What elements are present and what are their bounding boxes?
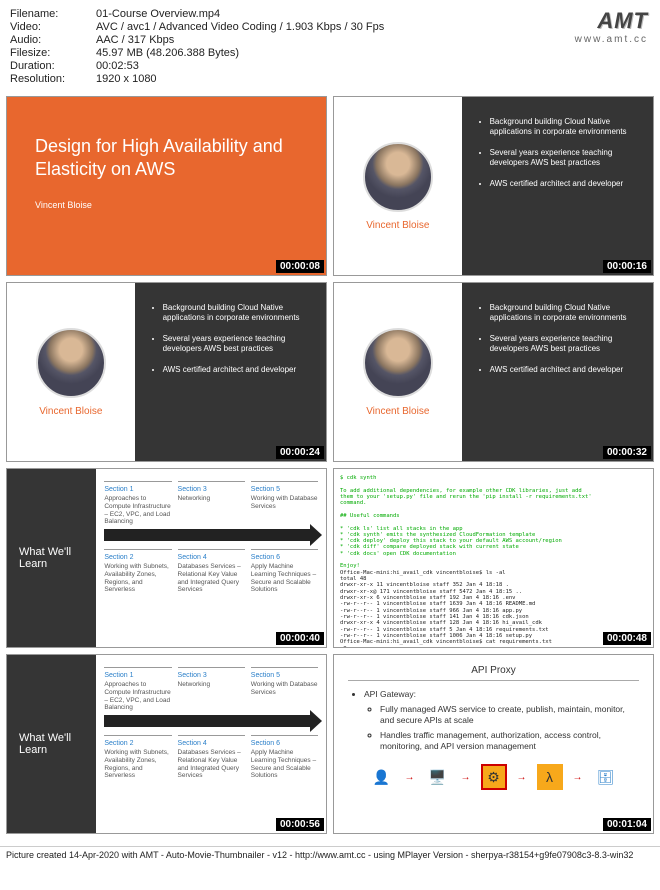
section-title: Section 2 — [104, 554, 171, 561]
section-title: Section 5 — [251, 486, 318, 493]
section-title: Section 1 — [104, 486, 171, 493]
bio-bullet: Several years experience teaching develo… — [490, 334, 639, 355]
bio-bullet: Background building Cloud Native applica… — [490, 117, 639, 138]
api-diagram: 👤 → 🖥️ → ⚙ → λ → 🗄 — [348, 764, 639, 790]
section-desc: Databases Services – Relational Key Valu… — [178, 563, 245, 594]
audio-value: AAC / 317 Kbps — [96, 34, 174, 46]
client-icon: 👤 — [369, 764, 395, 790]
timestamp: 00:00:24 — [276, 446, 324, 459]
amt-logo: AMT www.amt.cc — [575, 8, 648, 45]
timestamp: 00:00:40 — [276, 632, 324, 645]
bio-bullet: AWS certified architect and developer — [163, 365, 312, 375]
bio-bullet: Background building Cloud Native applica… — [490, 303, 639, 324]
slide-author: Vincent Bloise — [35, 200, 298, 210]
duration-label: Duration: — [10, 60, 96, 72]
thumbnail-2[interactable]: Vincent Bloise Background building Cloud… — [333, 96, 654, 276]
audio-label: Audio: — [10, 34, 96, 46]
bio-bullet: Several years experience teaching develo… — [163, 334, 312, 355]
presenter-name: Vincent Bloise — [366, 406, 429, 417]
thumbnail-5[interactable]: What We'll Learn Section 1 Approaches to … — [6, 468, 327, 648]
rds-icon: 🗄 — [593, 764, 619, 790]
thumbnail-grid: Design for High Availability and Elastic… — [0, 90, 660, 846]
metadata-header: AMT www.amt.cc Filename:01-Course Overvi… — [0, 0, 660, 90]
arrow-icon: → — [461, 772, 471, 783]
thumbnail-3[interactable]: Vincent Bloise Background building Cloud… — [6, 282, 327, 462]
resolution-value: 1920 x 1080 — [96, 73, 157, 85]
resolution-label: Resolution: — [10, 73, 96, 85]
bio-bullet: Background building Cloud Native applica… — [163, 303, 312, 324]
footer-text: Picture created 14-Apr-2020 with AMT - A… — [0, 846, 660, 863]
section-desc: Working with Subnets, Availability Zones… — [104, 563, 171, 594]
thumbnail-4[interactable]: Vincent Bloise Background building Cloud… — [333, 282, 654, 462]
filename-label: Filename: — [10, 8, 96, 20]
thumbnail-6[interactable]: $ cdk synth To add additional dependenci… — [333, 468, 654, 648]
avatar — [363, 142, 433, 212]
timestamp: 00:00:56 — [276, 818, 324, 831]
bio-bullet: AWS certified architect and developer — [490, 365, 639, 375]
learn-heading: What We'll Learn — [7, 469, 96, 647]
api-bullet: Handles traffic management, authorizatio… — [380, 730, 639, 752]
api-gateway-heading: API Gateway: — [364, 689, 639, 700]
timestamp: 00:01:04 — [603, 818, 651, 831]
duration-value: 00:02:53 — [96, 60, 139, 72]
timestamp: 00:00:16 — [603, 260, 651, 273]
thumbnail-7[interactable]: What We'll Learn Section 1Approaches to … — [6, 654, 327, 834]
section-desc: Working with Database Services — [251, 495, 318, 511]
presenter-name: Vincent Bloise — [39, 406, 102, 417]
arrow-icon: → — [573, 772, 583, 783]
logo-url: www.amt.cc — [575, 34, 648, 45]
api-gateway-icon: ⚙ — [481, 764, 507, 790]
avatar — [363, 328, 433, 398]
logo-text: AMT — [575, 8, 648, 34]
filename-value: 01-Course Overview.mp4 — [96, 8, 220, 20]
api-title: API Proxy — [348, 665, 639, 681]
section-desc: Networking — [178, 495, 245, 503]
section-title: Section 4 — [178, 554, 245, 561]
api-bullet: Fully managed AWS service to create, pub… — [380, 704, 639, 726]
lambda-icon: λ — [537, 764, 563, 790]
slide-title: Design for High Availability and Elastic… — [35, 135, 298, 182]
section-desc: Approaches to Compute Infrastructure – E… — [104, 495, 171, 526]
timestamp: 00:00:48 — [603, 632, 651, 645]
learn-heading: What We'll Learn — [7, 655, 96, 833]
bio-bullet: AWS certified architect and developer — [490, 179, 639, 189]
thumbnail-8[interactable]: API Proxy API Gateway: Fully managed AWS… — [333, 654, 654, 834]
terminal-output: $ cdk synth To add additional dependenci… — [334, 469, 653, 647]
presenter-name: Vincent Bloise — [366, 220, 429, 231]
webapp-icon: 🖥️ — [425, 764, 451, 790]
thumbnail-1[interactable]: Design for High Availability and Elastic… — [6, 96, 327, 276]
arrow-icon: → — [517, 772, 527, 783]
section-desc: Apply Machine Learning Techniques – Secu… — [251, 563, 318, 594]
avatar — [36, 328, 106, 398]
section-title: Section 3 — [178, 486, 245, 493]
section-title: Section 6 — [251, 554, 318, 561]
video-value: AVC / avc1 / Advanced Video Coding / 1.9… — [96, 21, 384, 33]
filesize-value: 45.97 MB (48.206.388 Bytes) — [96, 47, 239, 59]
timestamp: 00:00:08 — [276, 260, 324, 273]
bio-bullet: Several years experience teaching develo… — [490, 148, 639, 169]
timestamp: 00:00:32 — [603, 446, 651, 459]
arrow-icon: → — [405, 772, 415, 783]
video-label: Video: — [10, 21, 96, 33]
filesize-label: Filesize: — [10, 47, 96, 59]
